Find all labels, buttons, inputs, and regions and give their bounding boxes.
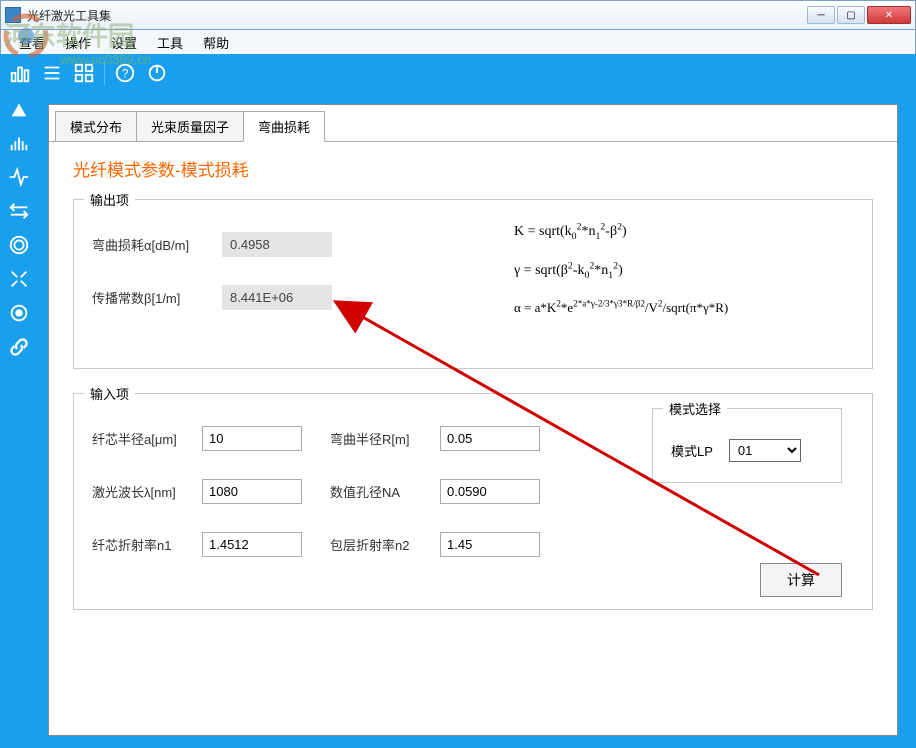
menu-tools[interactable]: 工具 (147, 33, 193, 52)
side-link-icon[interactable] (4, 332, 34, 362)
formula-gamma: γ = sqrt(β2-k02*n12) (514, 251, 728, 290)
tool-list-icon[interactable] (38, 59, 66, 87)
core-radius-label: 纤芯半径a[μm] (92, 429, 202, 448)
tool-help-icon[interactable]: ? (111, 59, 139, 87)
mode-lp-label: 模式LP (671, 441, 713, 460)
beta-label: 传播常数β[1/m] (92, 288, 222, 307)
tab-bend-loss[interactable]: 弯曲损耗 (243, 111, 325, 142)
output-group: 输出项 弯曲损耗α[dB/m] 0.4958 传播常数β[1/m] 8.441E… (73, 199, 873, 369)
input-group-title: 输入项 (84, 384, 135, 403)
mode-select-title: 模式选择 (663, 399, 727, 418)
n1-label: 纤芯折射率n1 (92, 535, 202, 554)
toolbar-separator (104, 61, 105, 85)
menu-operate[interactable]: 操作 (55, 33, 101, 52)
na-label: 数值孔径NA (330, 482, 440, 501)
svg-text:?: ? (122, 67, 129, 81)
side-triangle-icon[interactable] (4, 94, 34, 124)
side-target-icon[interactable] (4, 298, 34, 328)
window-title: 光纤激光工具集 (27, 7, 807, 24)
n2-input[interactable] (440, 532, 540, 557)
n2-label: 包层折射率n2 (330, 535, 440, 554)
menu-help[interactable]: 帮助 (193, 33, 239, 52)
mode-lp-select[interactable]: 01 (729, 439, 801, 462)
tool-grid-icon[interactable] (70, 59, 98, 87)
menu-settings[interactable]: 设置 (101, 33, 147, 52)
menubar: 查看 操作 设置 工具 帮助 (0, 30, 916, 54)
bend-loss-label: 弯曲损耗α[dB/m] (92, 235, 222, 254)
side-pulse-icon[interactable] (4, 162, 34, 192)
maximize-button[interactable]: ▢ (837, 6, 865, 24)
side-bars-icon[interactable] (4, 128, 34, 158)
formulas: K = sqrt(k02*n12-β2) γ = sqrt(β2-k02*n12… (514, 212, 728, 327)
side-expand-icon[interactable] (4, 264, 34, 294)
output-group-title: 输出项 (84, 190, 135, 209)
formula-k: K = sqrt(k02*n12-β2) (514, 212, 728, 251)
main-panel: 模式分布 光束质量因子 弯曲损耗 光纤模式参数-模式损耗 输出项 弯曲损耗α[d… (48, 104, 898, 736)
wavelength-label: 激光波长λ[nm] (92, 482, 202, 501)
tab-beam-quality[interactable]: 光束质量因子 (136, 111, 244, 141)
bend-loss-value: 0.4958 (222, 232, 332, 257)
minimize-button[interactable]: ─ (807, 6, 835, 24)
watermark-logo (2, 12, 50, 60)
side-arrows-icon[interactable] (4, 196, 34, 226)
input-group: 输入项 纤芯半径a[μm] 弯曲半径R[m] (73, 393, 873, 610)
close-button[interactable]: ✕ (867, 6, 911, 24)
beta-value: 8.441E+06 (222, 285, 332, 310)
mode-select-group: 模式选择 模式LP 01 (652, 408, 842, 483)
core-radius-input[interactable] (202, 426, 302, 451)
formula-alpha: α = a*K2*e2*a*γ-2/3*γ3*R/β2/V2/sqrt(π*γ*… (514, 290, 728, 326)
tool-chart-icon[interactable] (6, 59, 34, 87)
tab-mode-distribution[interactable]: 模式分布 (55, 111, 137, 141)
n1-input[interactable] (202, 532, 302, 557)
bend-radius-label: 弯曲半径R[m] (330, 429, 440, 448)
calculate-button[interactable]: 计算 (760, 563, 842, 597)
sidebar (0, 92, 38, 748)
section-title: 光纤模式参数-模式损耗 (73, 156, 873, 181)
na-input[interactable] (440, 479, 540, 504)
window-titlebar: 光纤激光工具集 ─ ▢ ✕ (0, 0, 916, 30)
side-circles-icon[interactable] (4, 230, 34, 260)
tool-power-icon[interactable] (143, 59, 171, 87)
toolbar: ? (0, 54, 916, 92)
wavelength-input[interactable] (202, 479, 302, 504)
bend-radius-input[interactable] (440, 426, 540, 451)
